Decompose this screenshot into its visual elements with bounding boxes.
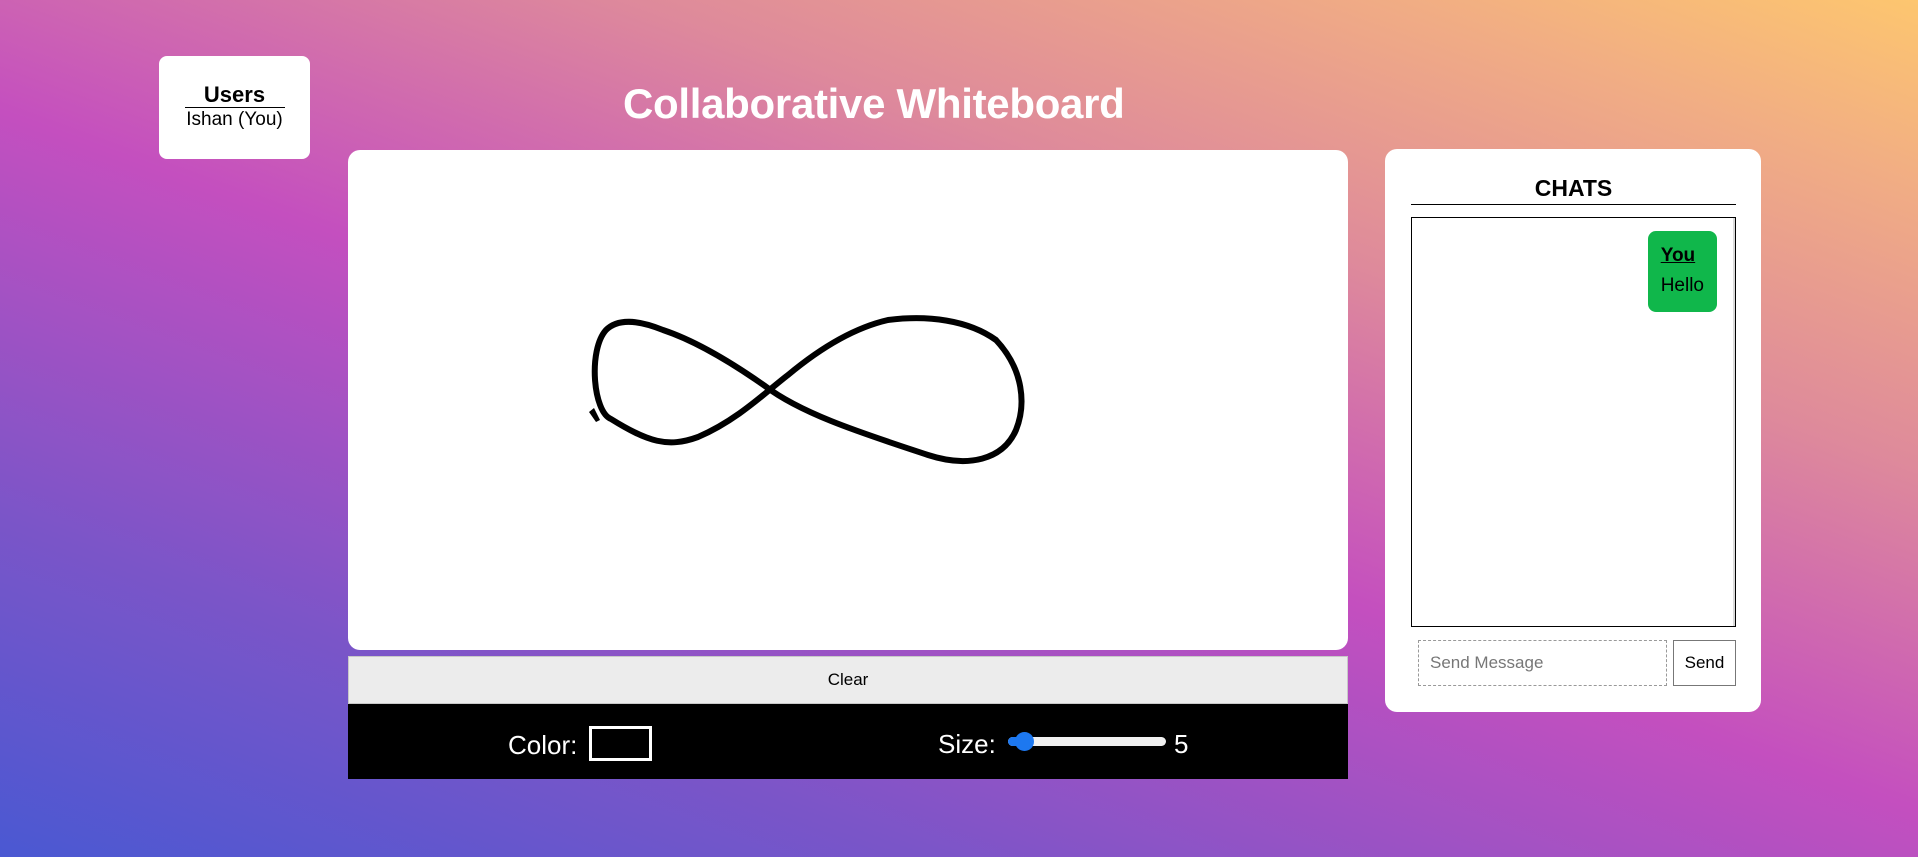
color-label: Color:	[508, 730, 578, 760]
color-picker[interactable]	[589, 726, 652, 761]
size-slider-thumb[interactable]	[1015, 732, 1034, 751]
users-panel: Users Ishan (You)	[159, 56, 310, 159]
clear-button[interactable]: Clear	[348, 656, 1348, 704]
whiteboard-canvas[interactable]	[348, 150, 1348, 650]
send-button[interactable]: Send	[1673, 640, 1736, 686]
message-input[interactable]	[1418, 640, 1667, 686]
chat-title: CHATS	[1411, 175, 1736, 205]
drawn-stroke	[591, 315, 1025, 464]
users-title: Users	[184, 82, 285, 108]
drawing-layer	[589, 315, 1025, 464]
chat-panel: CHATS You Hello Send	[1385, 149, 1761, 712]
size-value: 5	[1174, 729, 1189, 759]
stroke-start-blob	[589, 408, 600, 422]
chat-message-text: Hello	[1660, 275, 1704, 296]
drawing-toolbar: Color: Size: 5	[348, 704, 1348, 779]
chat-messages[interactable]: You Hello	[1411, 217, 1736, 627]
size-slider[interactable]	[1008, 732, 1166, 751]
chat-message: You Hello	[1647, 231, 1717, 312]
size-label: Size:	[938, 729, 996, 759]
page-title: Collaborative Whiteboard	[623, 80, 1125, 127]
chat-scrollbar[interactable]	[1733, 218, 1735, 626]
user-item: Ishan (You)	[186, 109, 283, 130]
chat-message-sender: You	[1660, 245, 1696, 266]
users-list: Ishan (You)	[159, 109, 310, 131]
